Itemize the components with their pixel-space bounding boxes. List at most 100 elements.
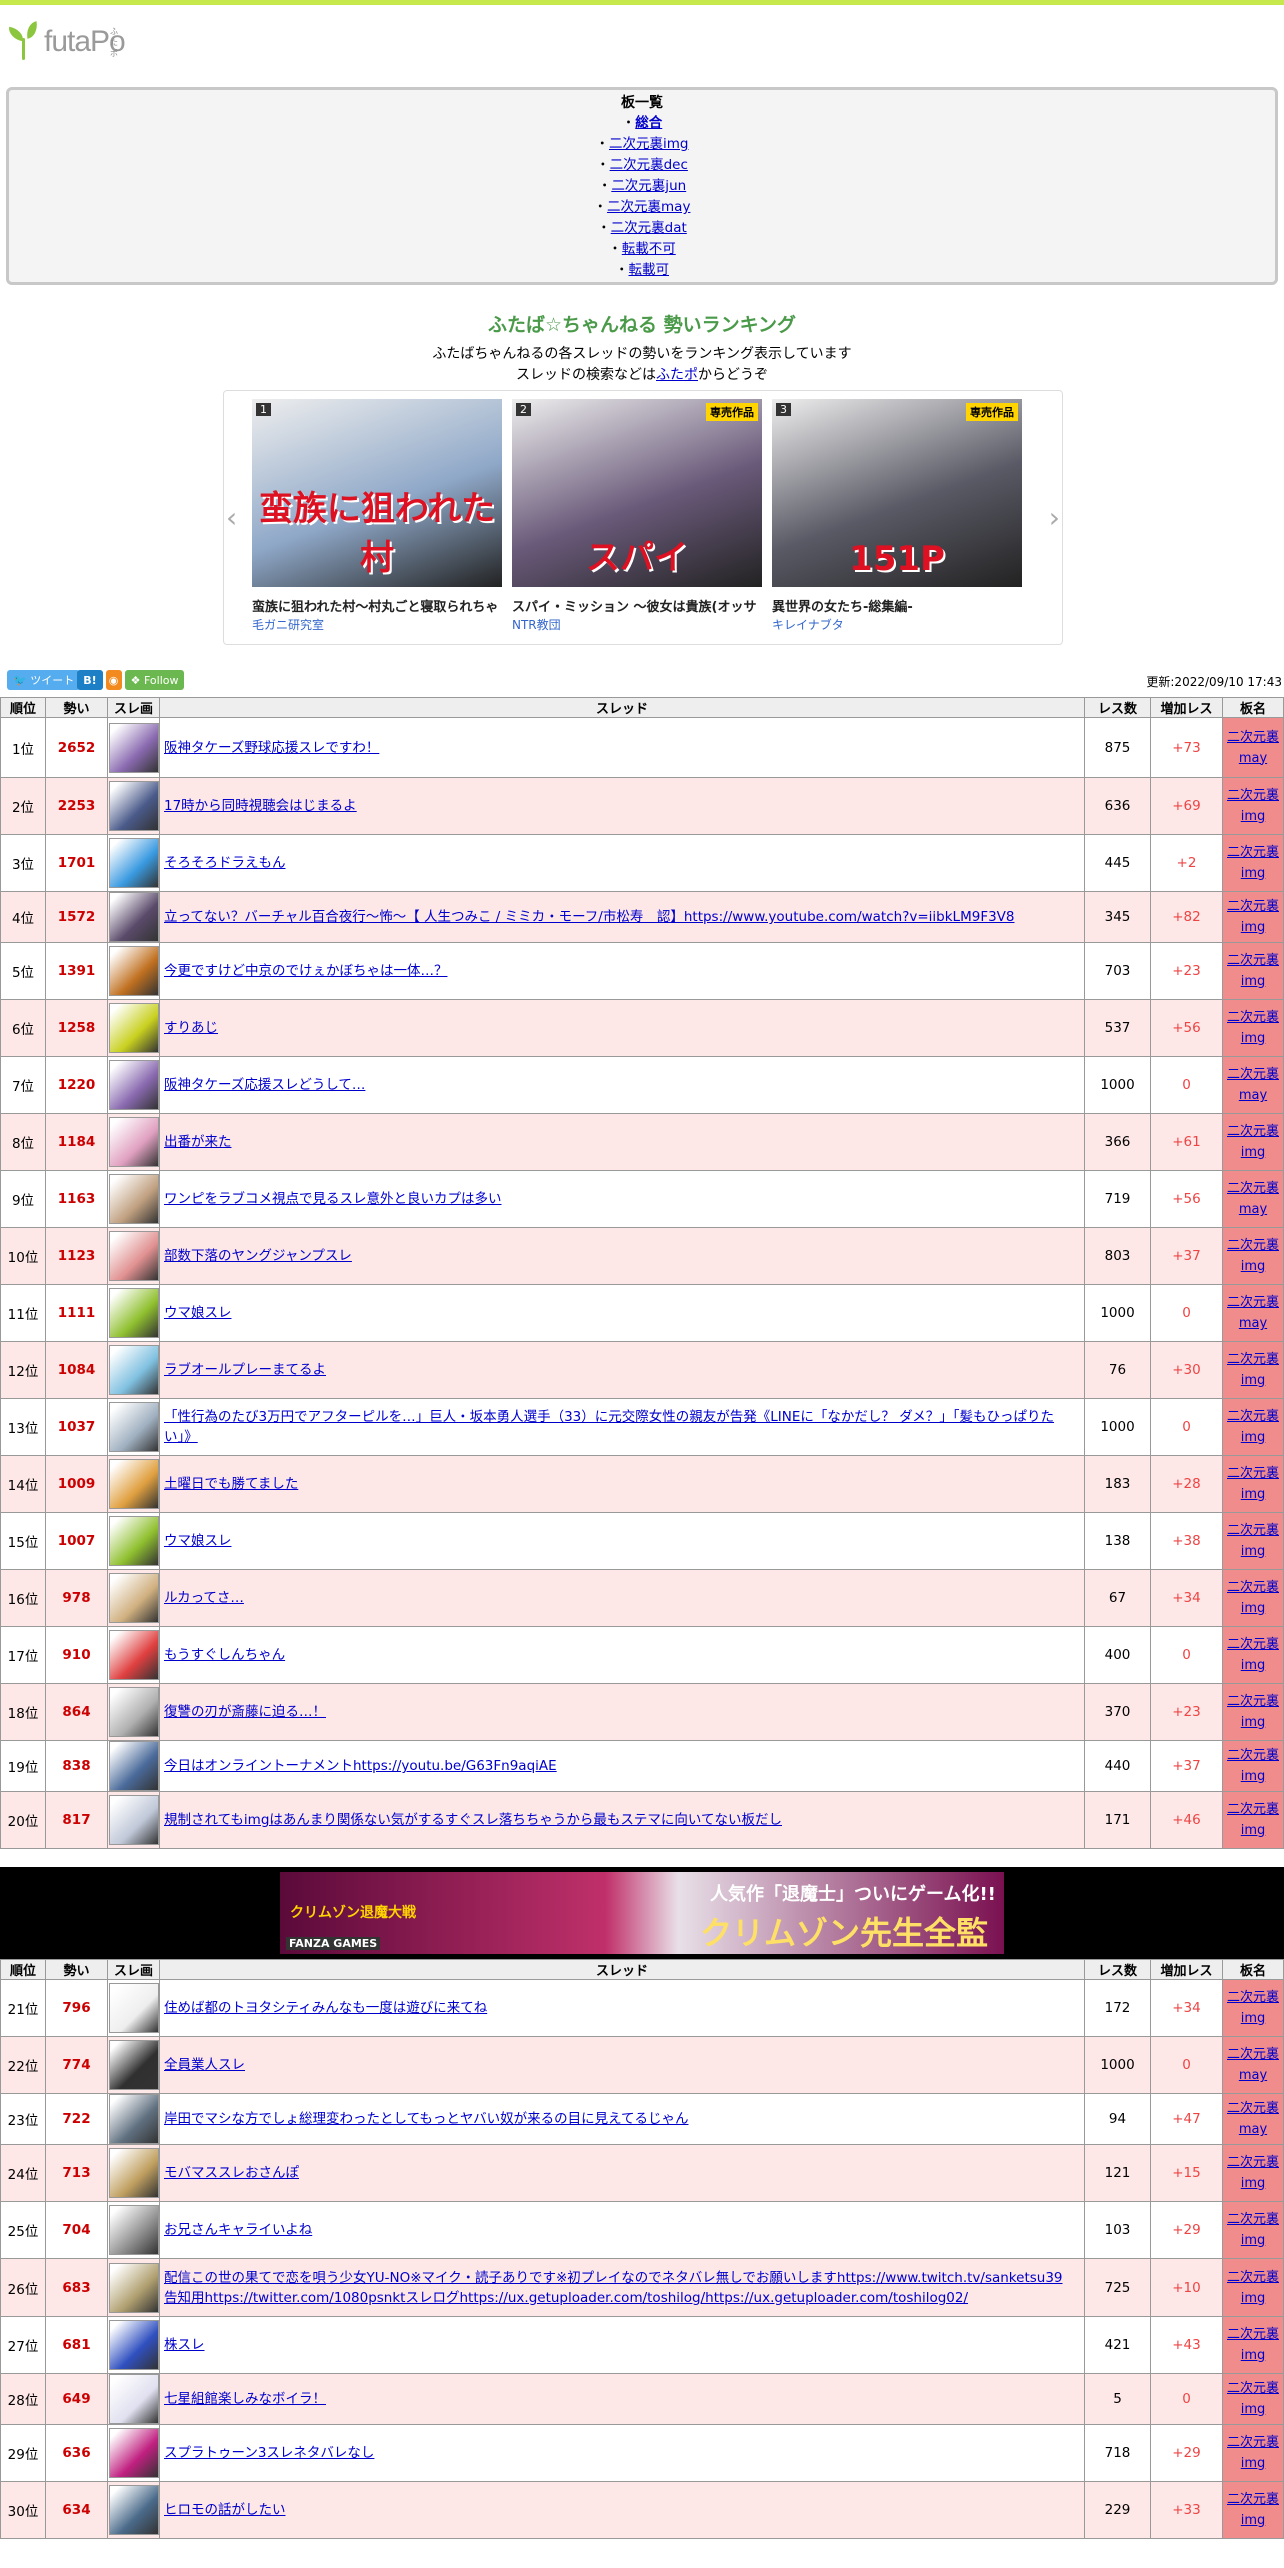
board-name-link[interactable]: 二次元裏may [1227, 730, 1279, 766]
board-name-link[interactable]: 二次元裏img [1227, 1238, 1279, 1274]
board-name-link[interactable]: 二次元裏img [1227, 1124, 1279, 1160]
hatena-bookmark-button[interactable]: B! [77, 670, 103, 690]
thread-link[interactable]: 17時から同時視聴会はじまるよ [164, 798, 357, 814]
thread-thumbnail[interactable] [108, 2262, 159, 2313]
board-name-link[interactable]: 二次元裏img [1227, 1802, 1279, 1838]
board-name-link[interactable]: 二次元裏img [1227, 788, 1279, 824]
carousel-item-maker[interactable]: キレイナブタ [772, 616, 1022, 633]
thread-thumbnail[interactable] [108, 1345, 159, 1395]
thread-link[interactable]: 配信この世の果てで恋を唄う少女YU-NO※マイク・読子ありです※初プレイなのでネ… [164, 2270, 1063, 2306]
thread-link[interactable]: ヒロモの話がしたい [164, 2502, 286, 2518]
feedly-follow-button[interactable]: ❖ Follow [124, 670, 185, 690]
thread-thumbnail[interactable] [108, 892, 159, 942]
board-name-link[interactable]: 二次元裏img [1227, 1409, 1279, 1445]
thread-thumbnail[interactable] [108, 1174, 159, 1224]
board-name-link[interactable]: 二次元裏may [1227, 1067, 1279, 1103]
thread-link[interactable]: すりあじ [164, 1020, 218, 1036]
chevron-right-icon[interactable]: › [1049, 501, 1060, 534]
board-name-link[interactable]: 二次元裏may [1227, 2047, 1279, 2083]
board-name-link[interactable]: 二次元裏img [1227, 1990, 1279, 2026]
board-name-link[interactable]: 二次元裏img [1227, 2381, 1279, 2417]
thread-link[interactable]: 「性行為のたび3万円でアフターピルを…」巨人・坂本勇人選手（33）に元交際女性の… [164, 1409, 1054, 1445]
thread-link[interactable]: スプラトゥーン3スレネタバレなし [164, 2445, 374, 2461]
thread-thumbnail[interactable] [108, 1459, 159, 1509]
thread-link[interactable]: 全員業人スレ [164, 2057, 245, 2073]
board-name-link[interactable]: 二次元裏img [1227, 2492, 1279, 2528]
thread-link[interactable]: 部数下落のヤングジャンプスレ [164, 1248, 352, 1264]
thread-thumbnail[interactable] [108, 2148, 159, 2198]
futapo-link[interactable]: ふたポ [656, 367, 698, 383]
thread-link[interactable]: ラブオールプレーまてるよ [164, 1362, 326, 1378]
thread-link[interactable]: 株スレ [164, 2337, 205, 2353]
board-link[interactable]: 二次元裏jun [611, 178, 686, 194]
carousel-item-maker[interactable]: NTR教団 [512, 616, 762, 633]
thread-thumbnail[interactable] [108, 1402, 159, 1452]
carousel-item-title[interactable]: 異世界の女たち-総集編- [772, 596, 1022, 615]
board-name-link[interactable]: 二次元裏img [1227, 2270, 1279, 2306]
thread-link[interactable]: お兄さんキャライいよね [164, 2222, 312, 2238]
board-name-link[interactable]: 二次元裏may [1227, 1181, 1279, 1217]
board-name-link[interactable]: 二次元裏img [1227, 1352, 1279, 1388]
thread-thumbnail[interactable] [108, 1795, 159, 1845]
board-name-link[interactable]: 二次元裏img [1227, 2435, 1279, 2471]
carousel-item-image[interactable]: 1 蛮族に狙われた村 [252, 399, 502, 587]
carousel-item-title[interactable]: 蛮族に狙われた村～村丸ごと寝取られちゃ [252, 596, 502, 615]
board-list-box[interactable]: 板一覧 ・総合 ・二次元裏img ・二次元裏dec ・二次元裏jun ・二次元裏may ・… [6, 87, 1278, 285]
thread-thumbnail[interactable] [108, 2040, 159, 2090]
thread-thumbnail[interactable] [108, 722, 159, 773]
thread-thumbnail[interactable] [108, 1573, 159, 1623]
thread-link[interactable]: ワンピをラブコメ視点で見るスレ意外と良いカプは多い [164, 1191, 502, 1207]
thread-link[interactable]: 住めば都のトヨタシティみんなも一度は遊びに来てね [164, 2000, 487, 2016]
board-name-link[interactable]: 二次元裏img [1227, 845, 1279, 881]
board-name-link[interactable]: 二次元裏img [1227, 1466, 1279, 1502]
board-name-link[interactable]: 二次元裏may [1227, 1295, 1279, 1331]
thread-thumbnail[interactable] [108, 2374, 159, 2424]
thread-thumbnail[interactable] [108, 1516, 159, 1566]
thread-link[interactable]: もうすぐしんちゃん [164, 1647, 285, 1663]
thread-thumbnail[interactable] [108, 2485, 159, 2535]
thread-thumbnail[interactable] [108, 1983, 159, 2033]
thread-link[interactable]: ルカってさ… [164, 1590, 244, 1606]
thread-thumbnail[interactable] [108, 781, 159, 831]
board-name-link[interactable]: 二次元裏img [1227, 1523, 1279, 1559]
carousel-item-image[interactable]: 2 専売作品 スパイ [512, 399, 762, 587]
thread-thumbnail[interactable] [108, 2428, 159, 2478]
thread-thumbnail[interactable] [108, 2094, 159, 2144]
carousel-item-maker[interactable]: 毛ガニ研究室 [252, 616, 502, 633]
board-name-link[interactable]: 二次元裏img [1227, 1580, 1279, 1616]
board-link[interactable]: 二次元裏may [607, 199, 690, 215]
thread-link[interactable]: 今日はオンライントーナメントhttps://youtu.be/G63Fn9aqi… [164, 1758, 557, 1774]
thread-link[interactable]: 七星組館楽しみなボイラ！ [164, 2391, 326, 2407]
carousel-item-title[interactable]: スパイ・ミッション ～彼女は貴族(オッサ [512, 596, 762, 615]
board-link[interactable]: 二次元裏dec [610, 157, 688, 173]
thread-thumbnail[interactable] [108, 1117, 159, 1167]
board-name-link[interactable]: 二次元裏img [1227, 2327, 1279, 2363]
board-name-link[interactable]: 二次元裏img [1227, 899, 1279, 935]
board-name-link[interactable]: 二次元裏img [1227, 1637, 1279, 1673]
thread-link[interactable]: 規制されてもimgはあんまり関係ない気がするすぐスレ落ちちゃうから最もステマに向… [164, 1812, 782, 1828]
thread-thumbnail[interactable] [108, 1060, 159, 1110]
thread-link[interactable]: 岸田でマシな方でしょ総理変わったとしてもっとヤバい奴が来るの目に見えてるじゃん [164, 2111, 688, 2127]
thread-thumbnail[interactable] [108, 838, 159, 888]
board-link[interactable]: 二次元裏dat [611, 220, 687, 236]
board-name-link[interactable]: 二次元裏img [1227, 2212, 1279, 2248]
thread-link[interactable]: ウマ娘スレ [164, 1305, 232, 1321]
thread-link[interactable]: 出番が来た [164, 1134, 232, 1150]
ad-banner[interactable]: クリムゾン退魔大戦 人気作「退魔士」ついにゲーム化!! クリムゾン先生全監修 F… [280, 1872, 1004, 1954]
chevron-left-icon[interactable]: ‹ [226, 501, 237, 534]
board-link[interactable]: 転載不可 [622, 241, 676, 257]
thread-thumbnail[interactable] [108, 1288, 159, 1338]
thread-link[interactable]: 阪神タケーズ野球応援スレですわ！ [164, 740, 379, 756]
board-name-link[interactable]: 二次元裏img [1227, 953, 1279, 989]
board-link[interactable]: 総合 [635, 115, 662, 131]
thread-link[interactable]: 立ってない？バーチャル百合夜行〜怖〜【 人生つみこ / ミミカ・モーフ/市松寿 … [164, 909, 1015, 925]
carousel-item-image[interactable]: 3 専売作品 151P [772, 399, 1022, 587]
thread-thumbnail[interactable] [108, 1231, 159, 1281]
thread-link[interactable]: 土曜日でも勝てました [164, 1476, 298, 1492]
thread-link[interactable]: そろそろドラえもん [164, 855, 286, 871]
thread-thumbnail[interactable] [108, 1687, 159, 1737]
thread-thumbnail[interactable] [108, 2205, 159, 2255]
thread-thumbnail[interactable] [108, 1003, 159, 1053]
thread-link[interactable]: 阪神タケーズ応援スレどうして… [164, 1077, 365, 1093]
thread-thumbnail[interactable] [108, 946, 159, 996]
